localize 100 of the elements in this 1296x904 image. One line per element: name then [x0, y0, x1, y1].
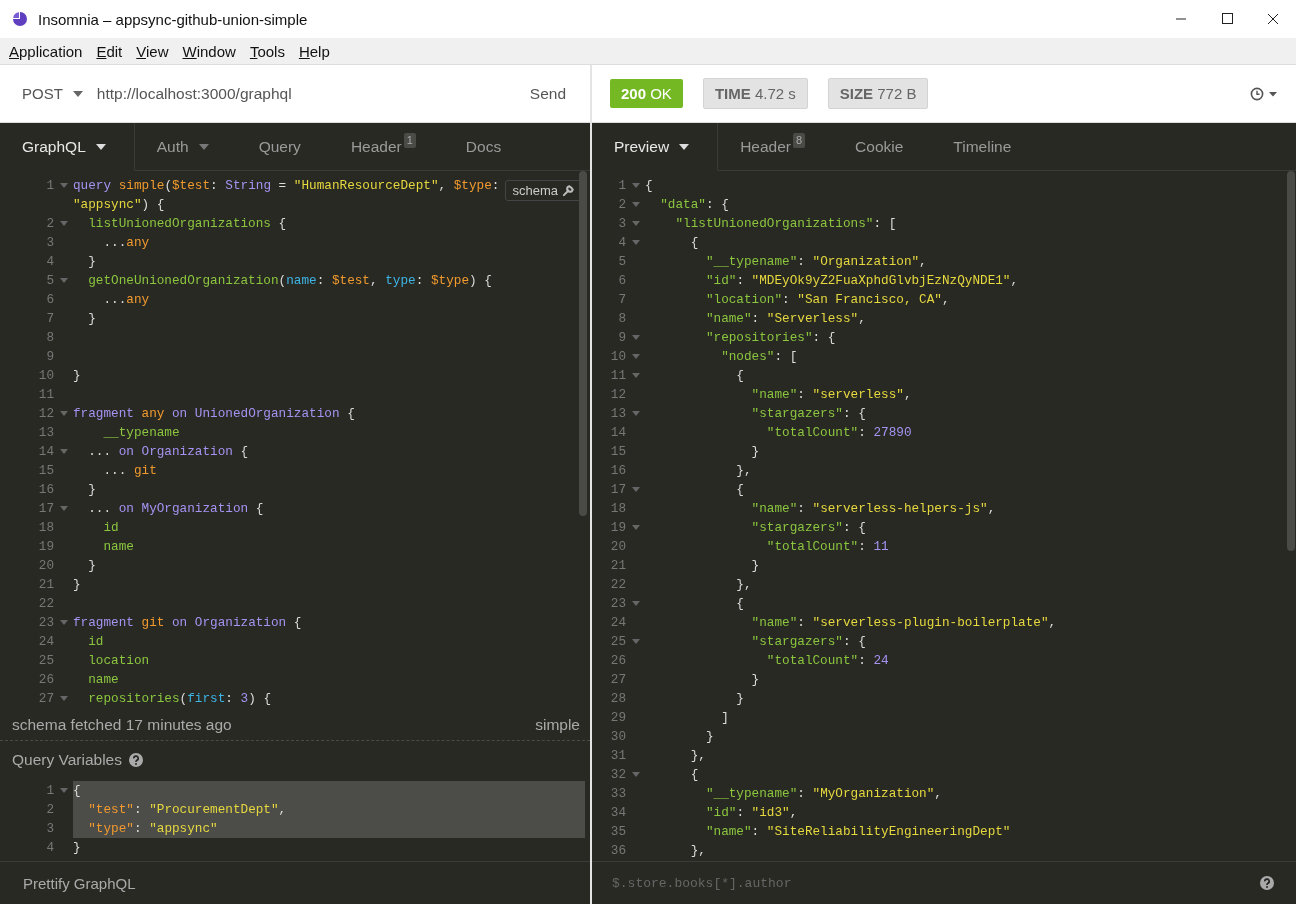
tab[interactable]: Header $^{8}$	[718, 123, 834, 171]
line-number: 36	[609, 842, 626, 860]
schema-button[interactable]: schema	[505, 180, 582, 201]
tab[interactable]: Timeline	[931, 123, 1040, 171]
fold-arrow-icon[interactable]	[631, 601, 640, 606]
line-number: 3	[617, 215, 626, 233]
code-line: "stargazers": {	[750, 519, 866, 537]
fold-arrow-icon[interactable]	[631, 240, 640, 245]
menu-item[interactable]: Help	[291, 40, 337, 62]
line-number: 24	[609, 614, 626, 632]
method-dropdown[interactable]: POST	[0, 65, 97, 122]
line-number: 17	[609, 481, 626, 499]
caret-icon	[72, 90, 83, 97]
code-line: },	[689, 842, 706, 860]
count-badge: 8	[793, 133, 806, 148]
line-number: 16	[37, 481, 54, 499]
line-number: 1	[617, 177, 626, 195]
send-button[interactable]: Send	[511, 65, 590, 122]
fold-arrow-icon[interactable]	[631, 411, 640, 416]
fold-arrow-icon[interactable]	[631, 487, 640, 492]
code-line: }	[750, 557, 760, 575]
code-line: "name": "serverless-helpers-js",	[750, 500, 996, 518]
tab[interactable]: Docs	[443, 123, 530, 171]
scrollbar-thumb[interactable]	[579, 171, 587, 516]
fold-arrow-icon[interactable]	[631, 202, 640, 207]
code-line: "id": "id3",	[704, 804, 798, 822]
menu-item[interactable]: Tools	[242, 40, 292, 62]
code-line: repositories(first: 3) {	[87, 690, 271, 708]
prettify-button[interactable]: Prettify GraphQL	[0, 874, 148, 892]
line-number: 1	[45, 177, 54, 195]
code-line: ...any	[102, 291, 150, 309]
tab[interactable]: Query	[236, 123, 329, 171]
code-line: ... git	[102, 462, 157, 480]
menu-item[interactable]: View	[129, 40, 176, 62]
menu-item[interactable]: Edit	[89, 40, 130, 62]
tab[interactable]: Preview	[592, 123, 719, 171]
line-number: 7	[617, 291, 626, 309]
fold-arrow-icon[interactable]	[631, 183, 640, 188]
line-number: 14	[609, 424, 626, 442]
code-line: "nodes": [	[720, 348, 798, 366]
fold-arrow-icon[interactable]	[631, 373, 640, 378]
code-line: query simple($test: String = "HumanResourceDept", $type:	[73, 177, 500, 195]
help-icon[interactable]	[129, 753, 143, 767]
line-number: 6	[45, 291, 54, 309]
size-badge: SIZE 772 B	[827, 78, 929, 109]
fold-arrow-icon[interactable]	[59, 411, 68, 416]
line-number: 34	[609, 804, 626, 822]
line-number: 8	[617, 310, 626, 328]
code-line: {	[645, 177, 653, 195]
code-line: "__typename": "Organization",	[704, 253, 927, 271]
code-line: }	[735, 690, 744, 708]
line-number: 23	[37, 614, 54, 632]
fold-arrow-icon[interactable]	[631, 639, 640, 644]
fold-arrow-icon[interactable]	[59, 449, 68, 454]
code-line: "id": "MDEyOk9yZ2FuaXphdGlvbjEzNzQyNDE1",	[704, 272, 1019, 290]
code-line: }	[750, 443, 760, 461]
fold-arrow-icon[interactable]	[59, 183, 68, 188]
code-line: }	[87, 481, 96, 499]
line-number: 22	[609, 576, 626, 594]
count-badge: 1	[403, 133, 416, 148]
line-number: 4	[45, 253, 54, 271]
fold-arrow-icon[interactable]	[59, 788, 68, 793]
fold-arrow-icon[interactable]	[631, 354, 640, 359]
tab[interactable]: Cookie	[833, 123, 932, 171]
fold-arrow-icon[interactable]	[631, 335, 640, 340]
code-line: "stargazers": {	[750, 633, 866, 651]
code-line: name	[102, 538, 134, 556]
fold-arrow-icon[interactable]	[59, 696, 68, 701]
scrollbar-thumb[interactable]	[1287, 171, 1295, 551]
menu-item[interactable]: Window	[175, 40, 243, 62]
operation-name[interactable]: simple	[535, 716, 580, 734]
code-line: id	[87, 633, 104, 651]
menu-item[interactable]: Application	[2, 40, 90, 62]
section-title: Query Variables	[12, 751, 122, 769]
time-badge: TIME 4.72 s	[702, 78, 808, 109]
fold-arrow-icon[interactable]	[59, 221, 68, 226]
fold-arrow-icon[interactable]	[59, 620, 68, 625]
code-line: },	[689, 747, 706, 765]
code-line: {	[735, 595, 744, 613]
fold-arrow-icon[interactable]	[631, 772, 640, 777]
tab[interactable]: Auth	[134, 123, 237, 171]
history-icon[interactable]	[1250, 86, 1278, 101]
line-number: 10	[37, 367, 54, 385]
code-line: "stargazers": {	[750, 405, 866, 423]
help-icon[interactable]	[1260, 876, 1274, 890]
line-number: 13	[609, 405, 626, 423]
fold-arrow-icon[interactable]	[631, 525, 640, 530]
tab[interactable]: Header $^{1}$	[328, 123, 444, 171]
code-line: "name": "Serverless",	[704, 310, 866, 328]
line-number: 3	[45, 234, 54, 252]
fold-arrow-icon[interactable]	[631, 221, 640, 226]
line-number: 21	[37, 576, 54, 594]
line-number: 26	[37, 671, 54, 689]
line-number: 26	[609, 652, 626, 670]
filter-field[interactable]: $.store.books[*].author	[610, 874, 1260, 892]
url-field[interactable]: http://localhost:3000/graphql	[96, 84, 512, 103]
line-number: 29	[609, 709, 626, 727]
fold-arrow-icon[interactable]	[59, 506, 68, 511]
fold-arrow-icon[interactable]	[59, 278, 68, 283]
tab[interactable]: GraphQL	[0, 123, 135, 171]
